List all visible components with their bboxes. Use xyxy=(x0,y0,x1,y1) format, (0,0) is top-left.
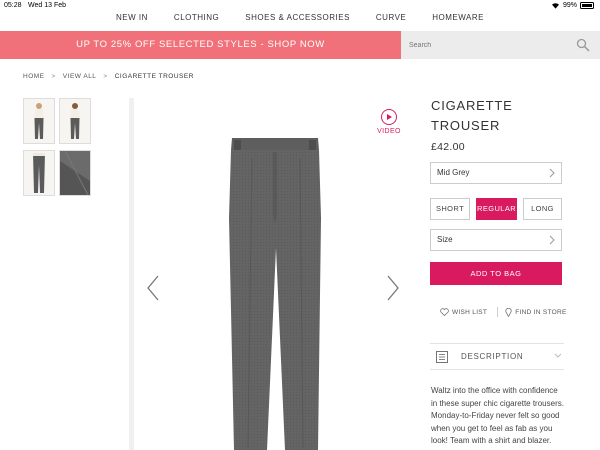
thumbnail-model-legs[interactable] xyxy=(23,150,55,196)
chevron-right-icon xyxy=(549,168,555,178)
nav-item-shoes-accessories[interactable]: SHOES & ACCESSORIES xyxy=(245,10,350,28)
nav-item-homeware[interactable]: HOMEWARE xyxy=(432,10,484,28)
product-price: £42.00 xyxy=(431,141,465,153)
description-label: DESCRIPTION xyxy=(461,352,524,361)
add-to-bag-button[interactable]: ADD TO BAG xyxy=(430,262,562,285)
search-icon[interactable] xyxy=(576,38,590,52)
nav-item-clothing[interactable]: CLOTHING xyxy=(174,10,219,28)
heart-icon xyxy=(440,308,449,316)
thumbnail-model-front-image xyxy=(24,99,54,143)
status-date: Wed 13 Feb xyxy=(28,2,67,9)
gallery-divider xyxy=(129,98,134,450)
video-label: VIDEO xyxy=(377,128,401,135)
play-icon xyxy=(381,109,397,125)
length-short-button[interactable]: SHORT xyxy=(430,198,470,220)
chevron-left-icon[interactable] xyxy=(146,275,160,301)
product-main-image[interactable] xyxy=(140,98,410,450)
chevron-down-icon xyxy=(554,353,562,358)
status-time: 05:28 xyxy=(4,2,22,9)
search-bar xyxy=(401,31,600,59)
breadcrumb-home[interactable]: HOME xyxy=(23,73,45,80)
thumbnail-model-front[interactable] xyxy=(23,98,55,144)
thumbnail-model-legs-image xyxy=(24,151,54,195)
product-title: CIGARETTE TROUSER xyxy=(431,98,513,133)
thumbnail-fabric-detail-image xyxy=(60,151,90,195)
colour-select[interactable]: Mid Grey xyxy=(430,162,562,184)
promo-banner[interactable]: UP TO 25% OFF SELECTED STYLES - SHOP NOW xyxy=(0,31,401,59)
description-text: Waltz into the office with confidence in… xyxy=(431,386,564,445)
battery-icon xyxy=(580,2,594,9)
wish-list-link[interactable]: WISH LIST xyxy=(440,308,487,316)
trouser-image xyxy=(229,138,321,450)
chevron-right-icon xyxy=(549,235,555,245)
document-icon xyxy=(436,351,448,363)
length-long-button[interactable]: LONG xyxy=(523,198,562,220)
nav-item-new-in[interactable]: NEW IN xyxy=(116,10,148,28)
find-in-store-label: FIND IN STORE xyxy=(515,308,567,316)
chevron-right-icon: > xyxy=(51,73,56,80)
description-accordion[interactable]: DESCRIPTION xyxy=(430,343,564,370)
colour-select-value: Mid Grey xyxy=(437,168,470,177)
chevron-right-icon[interactable] xyxy=(386,275,400,301)
search-input[interactable] xyxy=(409,38,559,52)
chevron-right-icon: > xyxy=(103,73,108,80)
status-right: 99% xyxy=(551,2,594,9)
wish-list-label: WISH LIST xyxy=(452,308,488,316)
thumbnail-fabric-detail[interactable] xyxy=(59,150,91,196)
nav-item-curve[interactable]: CURVE xyxy=(376,10,406,28)
thumbnail-model-back-image xyxy=(60,99,90,143)
size-select-label: Size xyxy=(437,235,453,244)
breadcrumb-current: CIGARETTE TROUSER xyxy=(114,73,194,80)
thumbnail-model-back[interactable] xyxy=(59,98,91,144)
size-select[interactable]: Size xyxy=(430,229,562,251)
wifi-icon xyxy=(551,3,559,9)
battery-percent: 99% xyxy=(562,2,577,9)
location-pin-icon xyxy=(505,307,512,317)
breadcrumb: HOME > VIEW ALL > CIGARETTE TROUSER xyxy=(23,73,194,80)
length-regular-button[interactable]: REGULAR xyxy=(476,198,517,220)
breadcrumb-view-all[interactable]: VIEW ALL xyxy=(63,73,97,80)
main-nav: NEW IN CLOTHING SHOES & ACCESSORIES CURV… xyxy=(0,10,600,28)
video-button[interactable]: VIDEO xyxy=(372,109,406,135)
link-divider xyxy=(497,307,499,317)
product-links: WISH LIST FIND IN STORE xyxy=(440,307,567,317)
find-in-store-link[interactable]: FIND IN STORE xyxy=(505,307,567,317)
